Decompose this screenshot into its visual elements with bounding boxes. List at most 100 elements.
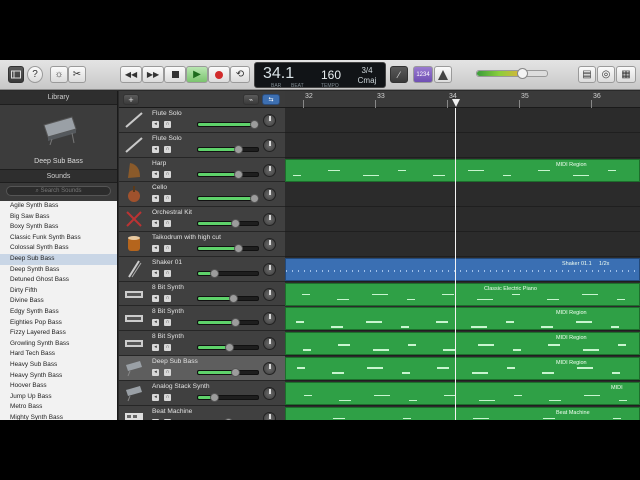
master-volume-slider[interactable]: [476, 68, 548, 79]
region[interactable]: MIDI Region: [285, 332, 640, 356]
solo-button[interactable]: ∩: [164, 393, 171, 401]
region[interactable]: Shaker 01.1 1/2x: [285, 257, 640, 281]
pan-knob[interactable]: [263, 287, 276, 301]
track-header[interactable]: Flute Solo ◂ ∩: [119, 108, 285, 133]
solo-button[interactable]: ∩: [164, 418, 171, 420]
library-button[interactable]: [8, 66, 24, 83]
solo-button[interactable]: ∩: [164, 269, 171, 277]
sound-list-item[interactable]: Heavy Synth Bass: [0, 371, 117, 382]
track-volume-knob[interactable]: [224, 417, 233, 420]
solo-button[interactable]: ∩: [164, 170, 171, 178]
track-lane[interactable]: Classic Electric Piano: [285, 282, 640, 307]
track-header[interactable]: 8 Bit Synth ◂ ∩: [119, 331, 285, 356]
track-volume-knob[interactable]: [228, 293, 238, 303]
track-header[interactable]: Orchestral Kit ◂ ∩: [119, 207, 285, 232]
solo-button[interactable]: ∩: [164, 368, 171, 376]
solo-button[interactable]: ∩: [164, 244, 171, 252]
media-browser-button[interactable]: ▦: [616, 66, 636, 83]
help-button[interactable]: ?: [27, 66, 43, 83]
track-volume-slider[interactable]: [197, 144, 259, 154]
track-lane[interactable]: MIDI Region: [285, 356, 640, 381]
snap-button[interactable]: ⇆: [262, 94, 280, 105]
track-header[interactable]: Flute Solo ◂ ∩: [119, 132, 285, 158]
mute-button[interactable]: ◂: [152, 269, 159, 277]
track-header[interactable]: Cello ◂ ∩: [119, 182, 285, 208]
mute-button[interactable]: ◂: [152, 418, 159, 420]
pan-knob[interactable]: [263, 237, 276, 251]
pan-knob[interactable]: [263, 411, 276, 420]
sound-list-item[interactable]: Detuned Ghost Bass: [0, 275, 117, 286]
sound-list-item[interactable]: Hard Tech Bass: [0, 349, 117, 360]
track-volume-knob[interactable]: [233, 169, 243, 179]
track-header[interactable]: Analog Stack Synth ◂ ∩: [119, 380, 285, 406]
sound-list-item[interactable]: Mighty Synth Bass: [0, 413, 117, 420]
track-volume-slider[interactable]: [197, 293, 259, 303]
sound-list-item[interactable]: Deep Synth Bass: [0, 265, 117, 276]
sound-list-item[interactable]: Edgy Synth Bass: [0, 307, 117, 318]
track-lane[interactable]: [285, 108, 640, 133]
solo-button[interactable]: ∩: [164, 319, 171, 327]
pan-knob[interactable]: [263, 188, 276, 202]
sound-list-item[interactable]: Growling Synth Bass: [0, 339, 117, 350]
track-volume-slider[interactable]: [197, 120, 260, 129]
mute-button[interactable]: ◂: [152, 145, 159, 153]
track-volume-slider[interactable]: [197, 367, 259, 377]
track-header[interactable]: Harp ◂ ∩: [119, 157, 285, 183]
track-volume-slider[interactable]: [197, 243, 259, 253]
mute-button[interactable]: ◂: [152, 121, 159, 128]
sound-list-item[interactable]: Divine Bass: [0, 296, 117, 307]
play-button[interactable]: ▶: [186, 66, 208, 83]
master-volume-knob[interactable]: [517, 68, 529, 79]
track-volume-slider[interactable]: [197, 194, 260, 204]
track-volume-knob[interactable]: [225, 343, 235, 353]
region[interactable]: MIDI: [285, 381, 640, 405]
track-header[interactable]: 8 Bit Synth ◂ ∩: [119, 281, 285, 307]
track-lane[interactable]: [285, 232, 640, 257]
mute-button[interactable]: ◂: [152, 319, 159, 327]
solo-button[interactable]: ∩: [164, 145, 171, 153]
solo-button[interactable]: ∩: [164, 121, 171, 128]
sound-list-item[interactable]: Boxy Synth Bass: [0, 222, 117, 233]
track-header[interactable]: Taikodrum with high cut ◂ ∩: [119, 231, 285, 257]
sound-list-item[interactable]: Eighties Pop Bass: [0, 318, 117, 329]
mute-button[interactable]: ◂: [152, 368, 159, 376]
sound-list-item[interactable]: Colossal Synth Bass: [0, 243, 117, 254]
pan-knob[interactable]: [263, 337, 276, 351]
count-in-button[interactable]: 1234: [413, 66, 433, 83]
track-volume-slider[interactable]: [197, 268, 259, 278]
timeline-ruler[interactable]: 32 33 34 35 36: [285, 91, 640, 108]
sound-list-item[interactable]: Jump Up Bass: [0, 392, 117, 403]
track-volume-slider[interactable]: [197, 169, 259, 179]
track-lane[interactable]: MIDI Region: [285, 306, 640, 332]
record-button[interactable]: [208, 66, 230, 83]
track-volume-knob[interactable]: [231, 318, 241, 328]
loop-browser-button[interactable]: ◎: [597, 66, 615, 83]
solo-button[interactable]: ∩: [164, 294, 171, 302]
smart-controls-button[interactable]: ☼: [50, 66, 68, 83]
pan-knob[interactable]: [263, 262, 276, 276]
metronome-button[interactable]: [434, 66, 452, 83]
track-lane[interactable]: Shaker 01.1 1/2x: [285, 257, 640, 282]
region[interactable]: MIDI Region: [285, 158, 640, 182]
track-lane[interactable]: [285, 182, 640, 208]
cycle-button[interactable]: ⟲: [230, 66, 250, 83]
track-header[interactable]: Deep Sub Bass ◂ ∩: [119, 355, 285, 381]
track-header[interactable]: Shaker 01 ◂ ∩: [119, 256, 285, 282]
mute-button[interactable]: ◂: [152, 244, 159, 252]
track-volume-slider[interactable]: [197, 343, 259, 353]
sound-list-item[interactable]: Classic Funk Synth Bass: [0, 233, 117, 244]
track-lane[interactable]: MIDI: [285, 381, 640, 406]
automation-button[interactable]: ⌁: [243, 94, 259, 105]
pan-knob[interactable]: [263, 114, 276, 127]
sound-list-item[interactable]: Big Saw Bass: [0, 212, 117, 223]
pan-knob[interactable]: [263, 213, 276, 227]
pan-knob[interactable]: [263, 386, 276, 400]
pan-knob[interactable]: [263, 138, 276, 152]
track-volume-knob[interactable]: [250, 194, 260, 204]
mute-button[interactable]: ◂: [152, 170, 159, 178]
solo-button[interactable]: ∩: [164, 344, 171, 352]
track-lane[interactable]: Beat Machine: [285, 406, 640, 420]
sound-list-item[interactable]: Metro Bass: [0, 402, 117, 413]
region[interactable]: MIDI Region: [285, 357, 640, 380]
region[interactable]: Beat Machine: [285, 406, 640, 420]
